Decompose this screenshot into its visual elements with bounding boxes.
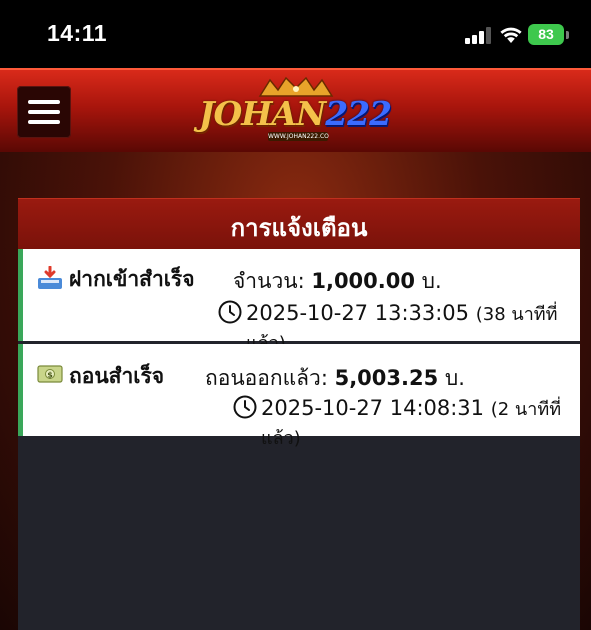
- notification-item[interactable]: $ ถอนสำเร็จ ถอนออกแล้ว: 5,003.25 บ. 2025…: [18, 344, 580, 449]
- johan222-logo[interactable]: JOHAN222 WWW.JOHAN222.CO: [198, 76, 392, 148]
- status-time: 14:11: [47, 20, 108, 46]
- money-icon: $: [37, 365, 63, 383]
- logo-url: WWW.JOHAN222.CO: [268, 132, 329, 141]
- clock-icon: [218, 300, 242, 324]
- wifi-icon: [500, 27, 522, 43]
- notification-title: ฝากเข้าสำเร็จ: [69, 267, 195, 291]
- clock-icon: [233, 395, 257, 419]
- notification-amount: จำนวน: 1,000.00 บ.: [233, 269, 442, 293]
- notification-amount: ถอนออกแล้ว: 5,003.25 บ.: [205, 366, 465, 390]
- battery-cap: [566, 31, 569, 39]
- notification-panel: การแจ้งเตือน ฝากเข้าสำเร็จ จำนวน: 1,000.…: [18, 198, 580, 630]
- status-bar: 14:11 83: [0, 0, 591, 68]
- signal-icon: [465, 26, 491, 44]
- deposit-icon: [38, 266, 62, 289]
- panel-title: การแจ้งเตือน: [230, 214, 368, 242]
- notification-title: ถอนสำเร็จ: [69, 364, 165, 388]
- panel-header: การแจ้งเตือน: [18, 198, 580, 249]
- svg-text:$: $: [47, 371, 53, 380]
- hamburger-menu-button[interactable]: [17, 86, 71, 138]
- site-header: JOHAN222 WWW.JOHAN222.CO: [0, 68, 591, 152]
- battery-icon: 83: [528, 24, 564, 45]
- notification-timestamp: 2025-10-27 14:08:31 (2 นาทีที่แล้ว): [261, 396, 562, 449]
- notification-item[interactable]: ฝากเข้าสำเร็จ จำนวน: 1,000.00 บ. 2025-10…: [18, 249, 580, 354]
- logo-wordmark: JOHAN222: [198, 94, 392, 133]
